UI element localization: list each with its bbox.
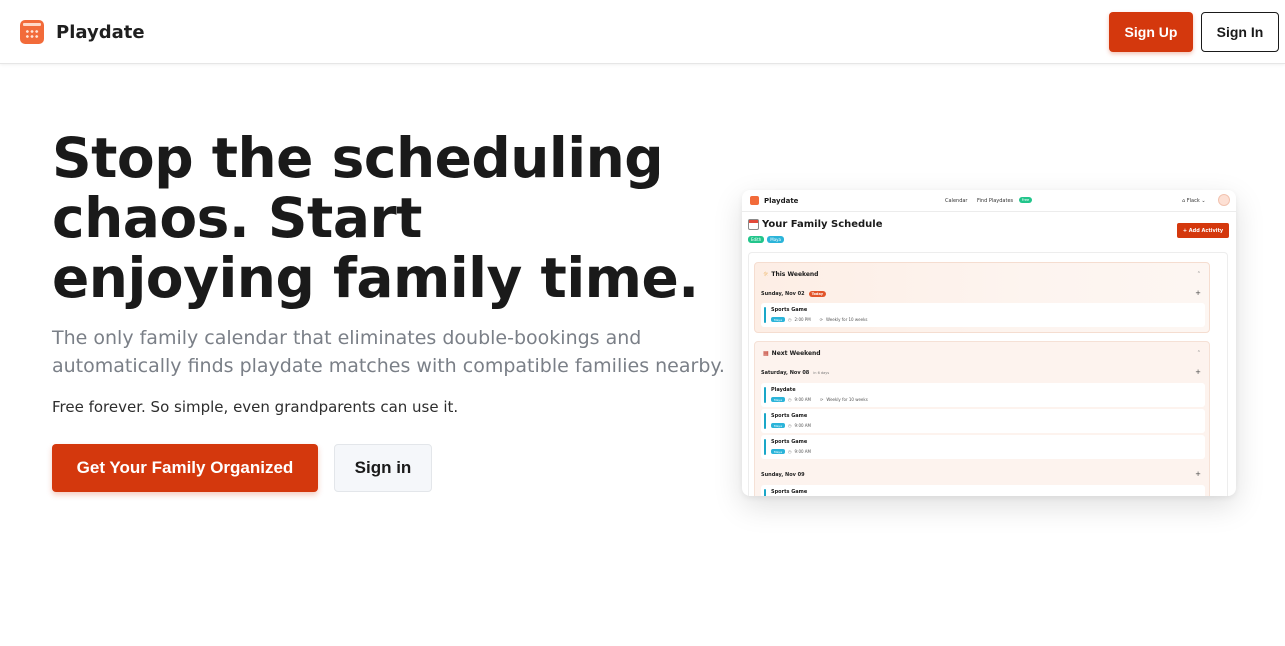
preview-nav-find-playdates: Find Playdates [977,198,1014,204]
get-organized-button[interactable]: Get Your Family Organized [52,444,318,492]
member-chip: Edith [748,236,765,243]
chevron-down-icon: ⌄ [1201,198,1206,204]
home-icon: ⌂ [1182,198,1186,204]
preview-title: Your Family Schedule [748,219,883,230]
hero-title: Stop the scheduling chaos. Start enjoyin… [52,126,699,310]
brand[interactable]: Playdate [20,20,145,44]
calendar-logo-icon [20,20,44,44]
app-preview: Playdate Calendar Find Playdates Free ⌂ … [742,190,1236,496]
preview-nav: Playdate Calendar Find Playdates Free ⌂ … [742,190,1236,212]
hero-sign-in-button[interactable]: Sign in [334,444,432,492]
preview-nav-calendar: Calendar [945,198,968,204]
preview-home-menu: ⌂ Flack ⌄ [1182,198,1206,204]
sign-in-button[interactable]: Sign In [1201,12,1279,52]
preview-free-badge: Free [1019,197,1032,203]
preview-logo-icon [750,196,759,205]
member-chip: Maya [767,236,785,243]
preview-avatar [1218,194,1230,206]
preview-brand-name: Playdate [764,196,799,205]
preview-member-chips: Edith Maya [748,236,785,243]
top-navigation: Playdate Sign Up Sign In [0,0,1285,64]
hero-subtitle: The only family calendar that eliminates… [52,327,725,377]
preview-title-text: Your Family Schedule [762,219,883,230]
calendar-icon [748,219,759,230]
sign-up-button[interactable]: Sign Up [1109,12,1193,52]
preview-brand: Playdate [750,196,798,205]
hero-note: Free forever. So simple, even grandparen… [52,398,459,416]
preview-home-label: Flack [1186,198,1200,204]
preview-add-activity-button: + Add Activity [1177,223,1229,238]
brand-name: Playdate [56,21,145,43]
